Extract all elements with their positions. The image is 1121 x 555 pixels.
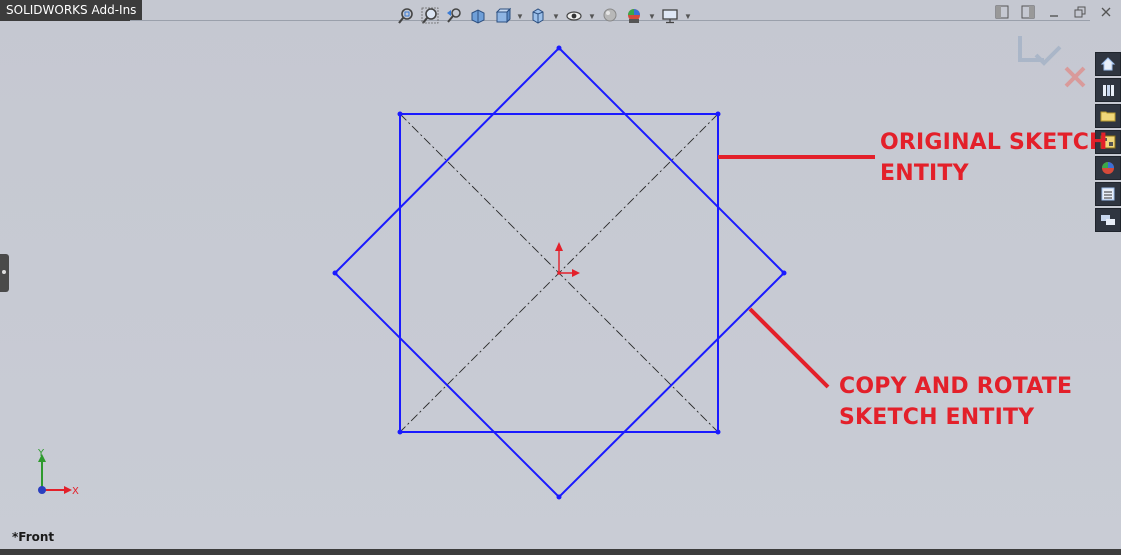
annotation-copy-line1: COPY AND ROTATE xyxy=(839,374,1073,399)
annotation-original-line1: ORIGINAL SKETCH xyxy=(880,130,1108,155)
sketch-origin-icon[interactable] xyxy=(555,242,580,277)
sketch-point[interactable] xyxy=(781,270,787,276)
sketch-point[interactable] xyxy=(715,111,721,117)
sketch-point[interactable] xyxy=(397,429,403,435)
annotation-copy-line2: SKETCH ENTITY xyxy=(839,405,1035,430)
exit-sketch-icon[interactable] xyxy=(1018,36,1062,66)
cancel-sketch-icon[interactable] xyxy=(1064,66,1086,88)
annotation-copy-rotate: COPY AND ROTATE SKETCH ENTITY xyxy=(839,371,1072,433)
triad-y-label: Y xyxy=(37,448,45,459)
bottom-status-strip xyxy=(0,549,1121,555)
annotation-original-sketch: ORIGINAL SKETCH ENTITY xyxy=(880,127,1108,189)
graphics-area[interactable]: SOLIDWORKS Add-Ins ▼ ▼ ▼ ▼ ▼ Y X ORIGINA… xyxy=(0,0,1121,555)
annotation-leader-copy xyxy=(748,307,830,389)
view-orientation-label: *Front xyxy=(12,530,55,544)
annotation-original-line2: ENTITY xyxy=(880,161,969,186)
sketch-point[interactable] xyxy=(715,429,721,435)
reference-triad-icon xyxy=(38,454,72,494)
sketch-point[interactable] xyxy=(556,494,562,500)
sketch-canvas: Y X xyxy=(37,36,1086,500)
triad-x-label: X xyxy=(72,486,79,497)
sketch-point[interactable] xyxy=(397,111,403,117)
sketch-point[interactable] xyxy=(556,45,562,51)
sketch-point[interactable] xyxy=(332,270,338,276)
